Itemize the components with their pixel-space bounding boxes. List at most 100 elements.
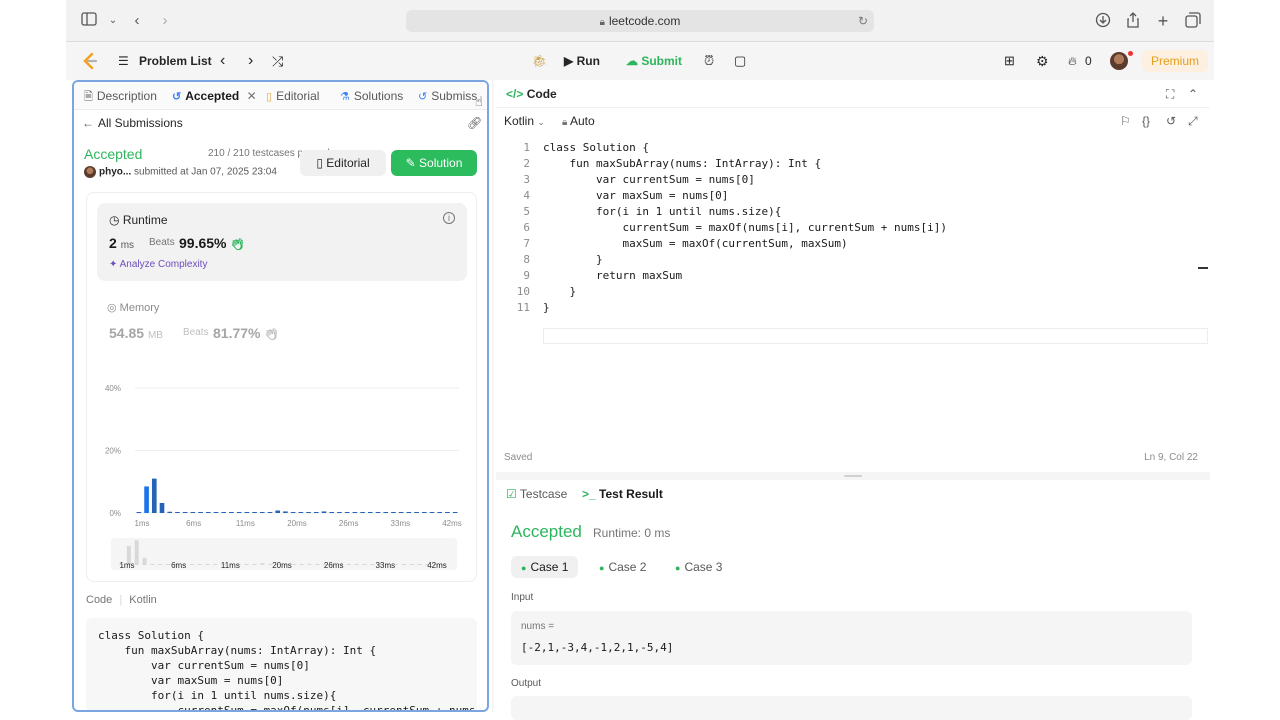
reload-icon[interactable]: ↻: [858, 10, 868, 32]
x-tick-label: 11ms: [236, 519, 255, 528]
expand-icon[interactable]: ⤢: [1188, 113, 1198, 129]
chart-bar: [375, 512, 381, 513]
tab-testcase[interactable]: ☑ Testcase: [506, 480, 567, 508]
left-margin: [0, 0, 66, 720]
editor-header: </> Code ⛶ ⌃: [496, 80, 1210, 108]
lock-icon: 🔒︎: [599, 17, 605, 28]
chart-bar: [298, 512, 304, 513]
y-tick-label: 40%: [105, 384, 121, 393]
case-tab-3[interactable]: ● Case 3: [665, 556, 732, 578]
address-bar[interactable]: 🔒︎ leetcode.com ↻: [406, 10, 874, 32]
tab-test-result[interactable]: >_ Test Result: [582, 480, 663, 508]
submission-user-row: phyo... submitted at Jan 07, 2025 23:04: [84, 166, 277, 178]
forward-icon[interactable]: ›: [156, 12, 174, 30]
premium-button[interactable]: Premium: [1142, 50, 1208, 72]
chart-bar: [437, 512, 443, 513]
code-editor[interactable]: 1 class Solution {2 fun maxSubArray(nums:…: [496, 140, 1210, 440]
tab-description[interactable]: 🗎 Description: [84, 82, 157, 110]
language-select[interactable]: Kotlin ⌄: [504, 108, 545, 135]
x-tick-label: 33ms: [391, 519, 411, 528]
chart-bar: [429, 512, 435, 513]
overview-bar: [417, 564, 422, 565]
terminal-icon: >_: [582, 487, 596, 501]
chart-bar: [259, 512, 265, 513]
case-tab-2[interactable]: ● Case 2: [589, 556, 656, 578]
link-icon[interactable]: 🔗︎: [467, 115, 482, 131]
next-problem-icon[interactable]: ›: [248, 42, 253, 80]
gear-icon[interactable]: ⚙: [1036, 42, 1049, 80]
tab-accepted[interactable]: ↺ Accepted ✕: [172, 82, 257, 110]
line-number: 4: [523, 189, 530, 202]
prev-problem-icon[interactable]: ‹: [220, 42, 225, 80]
shuffle-icon[interactable]: ⤮: [272, 42, 283, 80]
document-icon: 🗎: [84, 91, 93, 103]
y-tick-label: 20%: [105, 447, 121, 456]
checkbox-icon: ☑: [506, 487, 517, 501]
code-line: class Solution {: [543, 141, 649, 154]
code-line: currentSum = maxOf(nums[i], currentSum +…: [543, 221, 947, 234]
overview-bar: [291, 564, 296, 565]
overview-bar: [307, 563, 312, 565]
cloud-upload-icon: ☁: [626, 54, 638, 68]
submit-button[interactable]: ☁ Submit: [618, 50, 690, 72]
submitted-code: class Solution { fun maxSubArray(nums: I…: [86, 618, 477, 710]
reset-icon[interactable]: ↺: [1166, 113, 1176, 129]
code-line: fun maxSubArray(nums: IntArray): Int {: [543, 157, 822, 170]
timer-icon[interactable]: ⏰︎: [704, 42, 714, 80]
notes-icon[interactable]: ▢: [734, 42, 746, 80]
tab-submissions[interactable]: ↺ Submiss: [418, 82, 477, 110]
download-icon[interactable]: [1094, 12, 1112, 30]
url-text: leetcode.com: [608, 14, 681, 28]
chart-bar: [213, 512, 219, 513]
problem-list-link[interactable]: Problem List: [139, 42, 212, 80]
chevron-down-icon[interactable]: ⌄: [104, 12, 122, 30]
book-icon: ▯: [316, 156, 323, 170]
fire-icon[interactable]: 🔥︎: [1068, 42, 1077, 80]
tabs-overview-icon[interactable]: [1184, 12, 1202, 30]
horizontal-resizer[interactable]: [496, 472, 1210, 480]
chart-bar: [275, 510, 281, 513]
output-box: [511, 696, 1192, 720]
fullscreen-icon[interactable]: ⛶: [1166, 86, 1174, 102]
chart-bar: [267, 512, 273, 513]
username[interactable]: phyo...: [99, 167, 131, 178]
editorial-button[interactable]: ▯ Editorial: [300, 150, 386, 176]
overview-bar: [150, 564, 155, 565]
param-value: [-2,1,-3,4,-1,2,1,-5,4]: [521, 641, 674, 654]
line-number: 3: [523, 173, 530, 186]
new-tab-icon[interactable]: +: [1154, 12, 1172, 30]
run-button[interactable]: ▶ Run: [556, 50, 608, 72]
overview-bar: [213, 564, 218, 565]
cursor-position: Ln 9, Col 22: [1144, 452, 1198, 463]
avatar[interactable]: [1110, 52, 1128, 70]
code-section-label: Code | Kotlin: [86, 594, 157, 606]
result-status: Accepted: [511, 522, 582, 541]
leetcode-logo-icon[interactable]: [80, 51, 100, 71]
overview-bar: [260, 563, 265, 565]
bookmark-icon[interactable]: ⚐: [1120, 113, 1131, 129]
overview-bar: [409, 564, 414, 565]
submission-panel: 🗎 Description ↺ Accepted ✕ ▯ Editorial ⚗ Sol…: [72, 80, 489, 712]
close-tab-icon[interactable]: ✕: [247, 89, 257, 103]
chevron-up-icon[interactable]: ⌃: [1188, 86, 1198, 102]
arrow-left-icon[interactable]: ←: [82, 115, 94, 131]
back-icon[interactable]: ‹: [128, 12, 146, 30]
solution-button[interactable]: ✎ Solution: [391, 150, 477, 176]
runtime-distribution-chart[interactable]: 40% 20% 0% 1ms 6ms 11ms 20ms 26ms 33ms 42ms 1ms 6ms…: [87, 193, 478, 583]
line-number: 5: [523, 205, 530, 218]
tab-solutions[interactable]: ⚗ Solutions: [340, 82, 403, 110]
tab-editorial[interactable]: ▯ Editorial: [266, 82, 319, 110]
vertical-resizer[interactable]: [492, 80, 494, 712]
debug-icon[interactable]: 🐞︎: [532, 42, 547, 80]
sidebar-icon[interactable]: [80, 12, 98, 30]
code-line: var currentSum = nums[0]: [543, 173, 755, 186]
chart-bar: [151, 478, 157, 513]
layout-icon[interactable]: ⊞: [1004, 42, 1015, 80]
share-icon[interactable]: [1124, 12, 1142, 30]
auto-mode[interactable]: 🔒︎ Auto: [562, 108, 595, 136]
all-submissions-link[interactable]: All Submissions: [98, 116, 183, 130]
case-tab-1[interactable]: ● Case 1: [511, 556, 579, 578]
list-icon[interactable]: ☰: [118, 42, 129, 80]
code-line: }: [543, 285, 577, 298]
format-icon[interactable]: {}: [1142, 113, 1150, 129]
